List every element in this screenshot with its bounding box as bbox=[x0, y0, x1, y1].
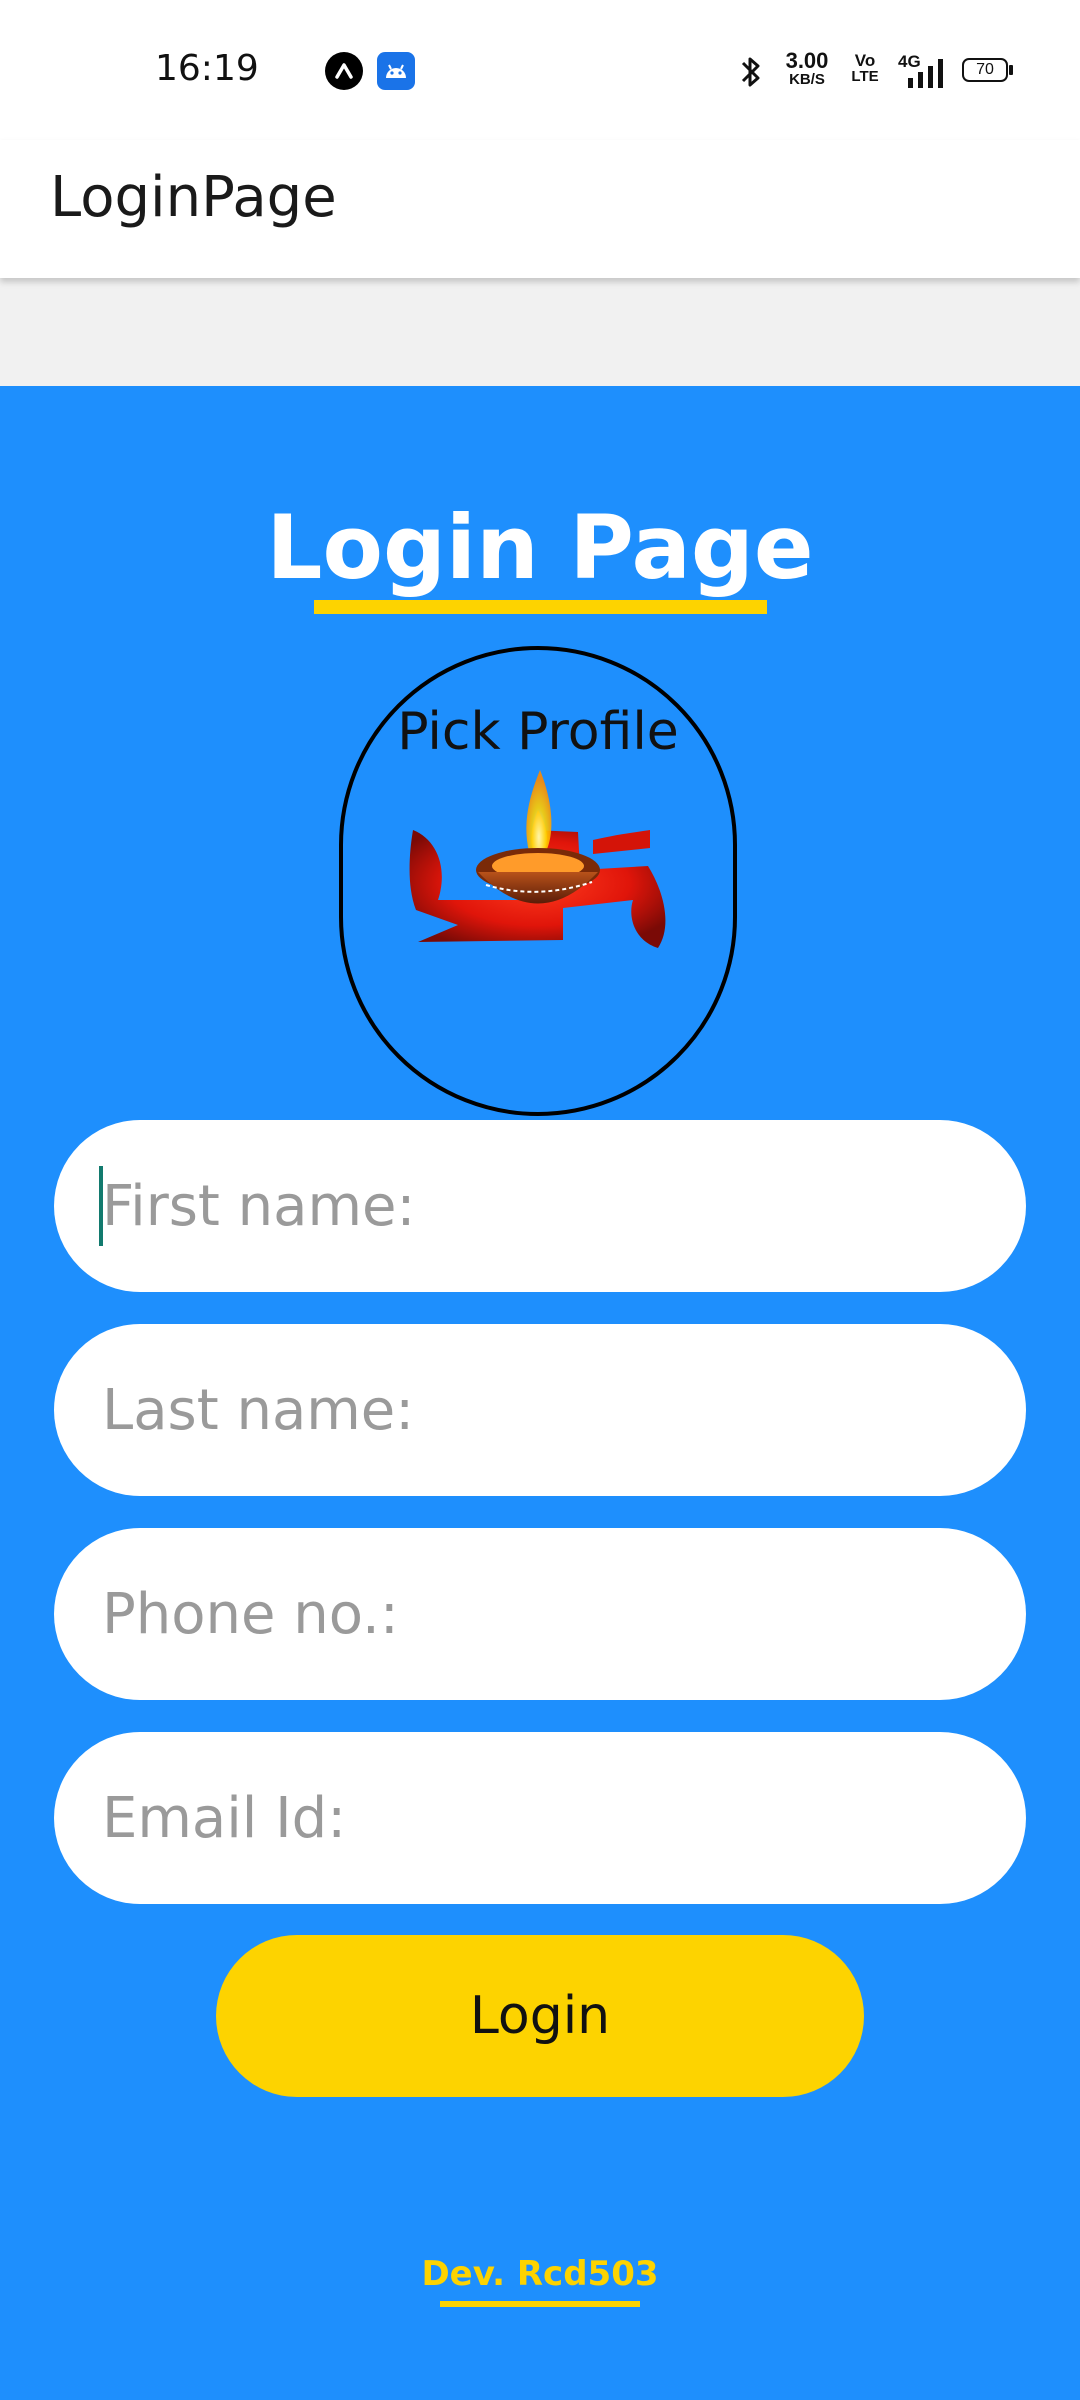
last-name-input[interactable] bbox=[100, 1376, 984, 1444]
last-name-field[interactable] bbox=[54, 1324, 1026, 1496]
login-button[interactable]: Login bbox=[216, 1935, 864, 2097]
email-field[interactable] bbox=[54, 1732, 1026, 1904]
battery-icon: 70 bbox=[962, 58, 1008, 82]
first-name-field[interactable] bbox=[54, 1120, 1026, 1292]
text-caret bbox=[99, 1166, 103, 1246]
battery-level: 70 bbox=[976, 61, 994, 78]
diya-swastika-image bbox=[409, 770, 666, 948]
bluetooth-icon bbox=[741, 57, 760, 87]
developer-credit-underline bbox=[440, 2301, 640, 2307]
top-spacer bbox=[0, 278, 1080, 386]
app-bar: LoginPage bbox=[0, 140, 1080, 278]
volte-top: Vo bbox=[854, 51, 876, 70]
login-panel: Login Page Pick Profile First name: Last… bbox=[0, 386, 1080, 2400]
email-input[interactable] bbox=[100, 1784, 984, 1852]
status-time: 16:19 bbox=[155, 48, 259, 89]
network-speed-value: 3.00 bbox=[785, 48, 829, 73]
profile-picker[interactable]: Pick Profile bbox=[339, 646, 737, 1116]
status-indicators: 3.00 KB/S Vo LTE 4G 70 bbox=[700, 40, 1080, 100]
page-title: Login Page bbox=[266, 496, 814, 599]
app-a-icon bbox=[325, 52, 363, 90]
signal-icon bbox=[908, 59, 943, 88]
volte-bottom: LTE bbox=[851, 68, 879, 85]
first-name-input[interactable] bbox=[100, 1172, 984, 1240]
title-underline bbox=[314, 600, 767, 614]
app-bar-title: LoginPage bbox=[50, 165, 337, 230]
developer-credit[interactable]: Dev. Rcd503 bbox=[0, 2254, 1080, 2294]
android-icon bbox=[377, 52, 415, 90]
phone-field[interactable] bbox=[54, 1528, 1026, 1700]
phone-input[interactable] bbox=[100, 1580, 984, 1648]
network-speed-unit: KB/S bbox=[789, 71, 825, 88]
profile-label: Pick Profile bbox=[397, 702, 679, 762]
status-bar: 16:19 3.00 KB/S Vo LTE 4G 70 bbox=[0, 0, 1080, 140]
